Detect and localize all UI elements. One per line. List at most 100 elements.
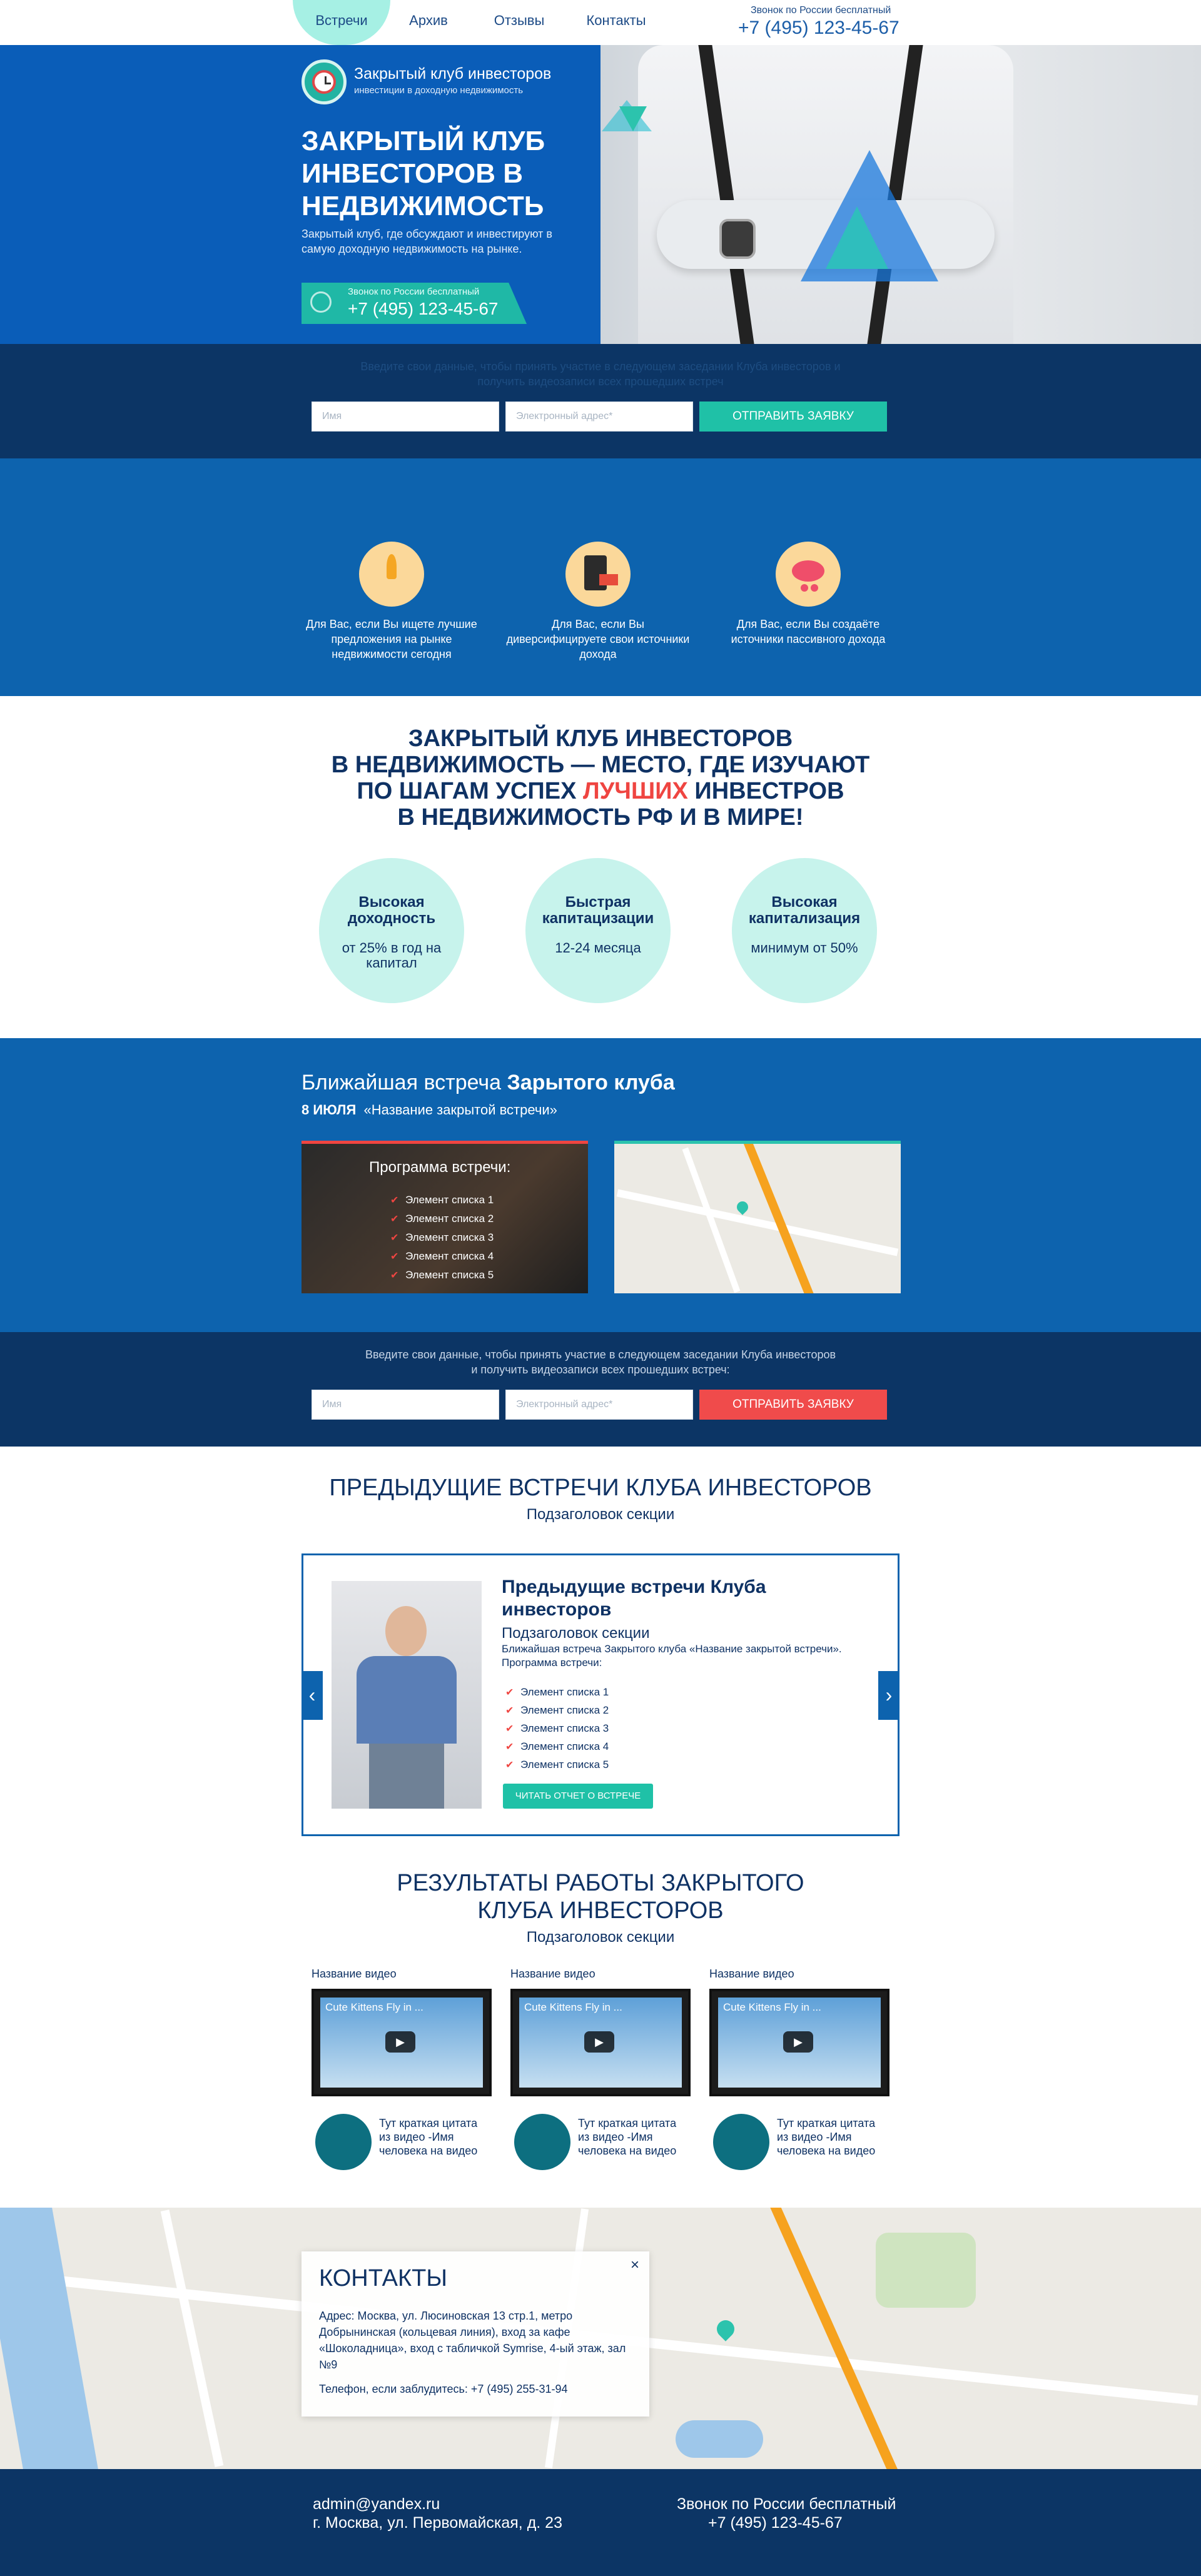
signup-form-bottom: Введите свои данные, чтобы принять участ… — [0, 1332, 1201, 1447]
who-text-2: Для Вас, если Вы диверсифицируете свои и… — [506, 618, 690, 660]
results-title-1: РЕЗУЛЬТАТЫ РАБОТЫ ЗАКРЫТОГО — [397, 1870, 804, 1896]
hero-triangle-teal — [826, 206, 888, 269]
benefit-circle-3: Высокая капитализация минимум от 50% — [732, 858, 877, 1003]
hero-watch — [719, 219, 756, 259]
hero-triangle-down — [619, 106, 647, 131]
checkmark-icon: ✔ — [390, 1251, 399, 1262]
footer: admin@yandex.ru г. Москва, ул. Первомайс… — [0, 2469, 1201, 2576]
carousel-prev-button[interactable]: ‹ — [302, 1671, 323, 1720]
page: Встречи Архив Отзывы Контакты Звонок по … — [0, 0, 1201, 2576]
checkmark-icon: ✔ — [390, 1195, 399, 1206]
benefit-circle-2: Быстрая капитацизации 12-24 месяца — [525, 858, 671, 1003]
video-name: Название видео — [312, 1967, 397, 1980]
checkmark-icon: ✔ — [505, 1687, 514, 1698]
wave-decoration — [786, 929, 823, 934]
submit-button-red[interactable]: ОТПРАВИТЬ ЗАЯВКУ — [699, 1390, 887, 1420]
benefit-value: минимум от 50% — [751, 940, 858, 956]
video-quote: Тут краткая цитата из видео -Имя человек… — [777, 2117, 876, 2157]
benefit-value: от 25% в год на капитал — [342, 940, 442, 971]
video-quote: Тут краткая цитата из видео -Имя человек… — [578, 2117, 677, 2157]
footer-phone[interactable]: +7 (495) 123-45-67 — [708, 2514, 843, 2532]
speaker-photo — [332, 1581, 482, 1809]
map-pin-icon[interactable] — [713, 2316, 738, 2341]
signup-text-top: Введите свои данные, чтобы принять участ… — [360, 360, 841, 388]
calculator-icon — [565, 542, 631, 607]
benefit-circle-1: Высокая доходность от 25% в год на капит… — [319, 858, 464, 1003]
card-item: Элемент списка 2 — [520, 1704, 609, 1716]
contacts-title: КОНТАКТЫ — [319, 2265, 447, 2291]
wave-decoration — [579, 929, 617, 934]
video-player[interactable]: Cute Kittens Fly in ... ▶ — [510, 1989, 691, 2096]
meeting-title: Ближайшая встреча Зарытого клуба — [302, 1071, 675, 1094]
nav-item-reviews[interactable]: Отзывы — [482, 0, 557, 45]
results-subtitle: Подзаголовок секции — [526, 1929, 675, 1946]
nav-phone[interactable]: +7 (495) 123-45-67 — [738, 18, 899, 39]
video-quote: Тут краткая цитата из видео -Имя человек… — [379, 2117, 478, 2157]
submit-button-teal[interactable]: ОТПРАВИТЬ ЗАЯВКУ — [699, 402, 887, 432]
checkmark-icon: ✔ — [505, 1724, 514, 1734]
benefit-title: Быстрая капитацизации — [542, 894, 654, 927]
checkmark-icon: ✔ — [390, 1270, 399, 1281]
clock-logo-icon[interactable] — [302, 59, 347, 104]
program-item: Элемент списка 4 — [405, 1250, 494, 1262]
card-item: Элемент списка 4 — [520, 1740, 609, 1752]
benefit-value: 12-24 месяца — [555, 940, 641, 956]
read-report-button[interactable]: ЧИТАТЬ ОТЧЕТ О ВСТРЕЧЕ — [503, 1784, 653, 1809]
lightbulb-icon — [359, 542, 424, 607]
program-title: Программа встречи: — [369, 1159, 511, 1176]
video-title: Cute Kittens Fly in ... — [723, 2001, 821, 2013]
play-icon[interactable]: ▶ — [385, 2031, 415, 2053]
nav-item-meetings[interactable]: Встречи — [293, 0, 390, 45]
card-item: Элемент списка 1 — [520, 1686, 609, 1698]
checkmark-icon: ✔ — [505, 1760, 514, 1770]
wave-decoration — [373, 929, 410, 934]
email-input[interactable]: Электронный адрес* — [505, 1390, 693, 1420]
footer-address: г. Москва, ул. Первомайская, д. 23 — [313, 2514, 562, 2532]
footer-email[interactable]: admin@yandex.ru — [313, 2495, 440, 2513]
name-input[interactable]: Имя — [312, 1390, 499, 1420]
contacts-card: КОНТАКТЫ Адрес: Москва, ул. Люсиновская … — [302, 2251, 649, 2417]
checkmark-icon: ✔ — [505, 1742, 514, 1752]
checkmark-icon: ✔ — [505, 1705, 514, 1716]
play-icon[interactable]: ▶ — [783, 2031, 813, 2053]
checkmark-icon: ✔ — [390, 1214, 399, 1225]
checkmark-icon: ✔ — [390, 1233, 399, 1243]
avatar — [713, 2114, 769, 2170]
meeting-map[interactable] — [614, 1141, 901, 1293]
card-item: Элемент списка 5 — [520, 1759, 609, 1770]
hero-call-button[interactable]: Звонок по России бесплатный +7 (495) 123… — [302, 283, 527, 324]
hero-title: ЗАКРЫТЫЙ КЛУБ ИНВЕСТОРОВ В НЕДВИЖИМОСТЬ — [302, 126, 545, 221]
card-item: Элемент списка 3 — [520, 1722, 609, 1734]
program-item: Элемент списка 5 — [405, 1269, 494, 1281]
hero-call-note: Звонок по России бесплатный — [348, 286, 480, 297]
play-icon[interactable]: ▶ — [584, 2031, 614, 2053]
footer-phone-note: Звонок по России бесплатный — [677, 2495, 896, 2513]
map-pin-icon[interactable] — [734, 1199, 751, 1215]
video-player[interactable]: Cute Kittens Fly in ... ▶ — [312, 1989, 492, 2096]
video-title: Cute Kittens Fly in ... — [325, 2001, 423, 2013]
alarm-clock-icon — [310, 291, 332, 313]
signup-text-2: и получить видеозаписи всех прошедших вс… — [471, 1363, 730, 1376]
nav-item-archive[interactable]: Архив — [394, 0, 463, 45]
video-player[interactable]: Cute Kittens Fly in ... ▶ — [709, 1989, 889, 2096]
name-input[interactable]: Имя — [312, 402, 499, 432]
close-icon[interactable]: × — [631, 2256, 639, 2274]
card-description: Ближайшая встреча Закрытого клуба «Назва… — [502, 1643, 842, 1669]
previous-subtitle: Подзаголовок секции — [526, 1506, 675, 1523]
nav-item-contacts[interactable]: Контакты — [575, 0, 657, 45]
video-name: Название видео — [709, 1967, 794, 1980]
card-subtitle: Подзаголовок секции — [502, 1625, 650, 1642]
top-nav: Встречи Архив Отзывы Контакты Звонок по … — [0, 0, 1201, 45]
contacts-phone: Телефон, если заблудитесь: +7 (495) 255-… — [319, 2383, 568, 2395]
carousel-next-button[interactable]: › — [878, 1671, 899, 1720]
email-input[interactable]: Электронный адрес* — [505, 402, 693, 432]
program-item: Элемент списка 3 — [405, 1231, 494, 1243]
place-heading: ЗАКРЫТЫЙ КЛУБ ИНВЕСТОРОВ В НЕДВИЖИМОСТЬ … — [331, 725, 870, 831]
card-title: Предыдущие встречи Клуба инвесторов — [502, 1577, 766, 1620]
logo-title: Закрытый клуб инвесторов — [354, 65, 552, 83]
contacts-address: Адрес: Москва, ул. Люсиновская 13 стр.1,… — [319, 2310, 626, 2371]
hero-call-phone: +7 (495) 123-45-67 — [348, 299, 499, 318]
program-item: Элемент списка 2 — [405, 1213, 494, 1225]
logo-subtitle: инвестиции в доходную недвижимость — [354, 85, 524, 96]
meeting-program: Программа встречи: ✔ Элемент списка 1 ✔ Эл… — [302, 1141, 588, 1293]
